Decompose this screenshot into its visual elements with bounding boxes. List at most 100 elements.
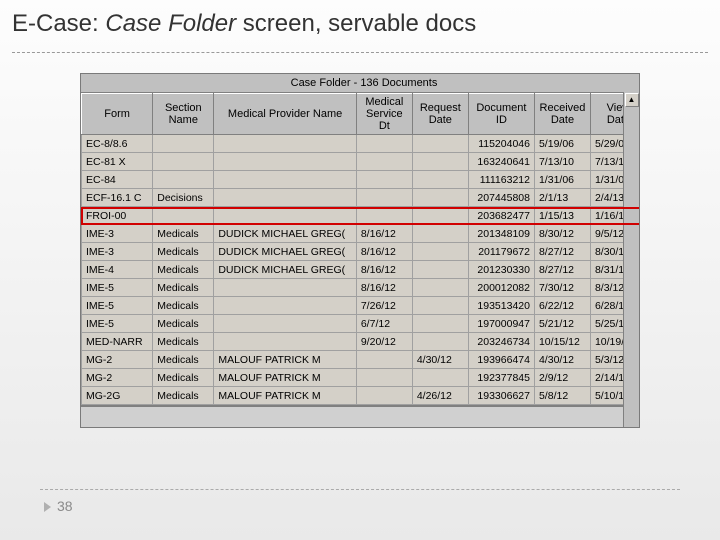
cell-svc: 7/26/12 <box>356 297 412 315</box>
table-row[interactable]: FROI-002036824771/15/131/16/13 <box>82 207 641 225</box>
table-row[interactable]: IME-3MedicalsDUDICK MICHAEL GREG(8/16/12… <box>82 243 641 261</box>
cell-req <box>412 297 468 315</box>
cell-req: 4/30/12 <box>412 351 468 369</box>
cell-provider: DUDICK MICHAEL GREG( <box>214 243 357 261</box>
cell-recv: 1/31/06 <box>534 171 590 189</box>
col-header-form[interactable]: Form <box>82 94 153 135</box>
table-row[interactable]: EC-841111632121/31/061/31/06 <box>82 171 641 189</box>
cell-docid: 193966474 <box>468 351 534 369</box>
cell-provider: DUDICK MICHAEL GREG( <box>214 225 357 243</box>
table-header-row: Form Section Name Medical Provider Name … <box>82 94 641 135</box>
cell-section: Medicals <box>153 333 214 351</box>
cell-req <box>412 369 468 387</box>
cell-recv: 4/30/12 <box>534 351 590 369</box>
cell-docid: 200012082 <box>468 279 534 297</box>
cell-form: IME-5 <box>82 315 153 333</box>
cell-svc: 8/16/12 <box>356 243 412 261</box>
cell-recv: 1/15/13 <box>534 207 590 225</box>
cell-section <box>153 207 214 225</box>
cell-provider <box>214 315 357 333</box>
table-row[interactable]: IME-3MedicalsDUDICK MICHAEL GREG(8/16/12… <box>82 225 641 243</box>
cell-form: MG-2G <box>82 387 153 405</box>
cell-section <box>153 153 214 171</box>
cell-form: IME-5 <box>82 297 153 315</box>
table-row[interactable]: MG-2MedicalsMALOUF PATRICK M1923778452/9… <box>82 369 641 387</box>
cell-provider: MALOUF PATRICK M <box>214 369 357 387</box>
cell-req <box>412 135 468 153</box>
col-header-provider[interactable]: Medical Provider Name <box>214 94 357 135</box>
scroll-up-icon[interactable]: ▲ <box>625 93 639 107</box>
table-row[interactable]: IME-5Medicals6/7/121970009475/21/125/25/… <box>82 315 641 333</box>
cell-section: Medicals <box>153 315 214 333</box>
cell-form: MG-2 <box>82 351 153 369</box>
cell-svc: 6/7/12 <box>356 315 412 333</box>
cell-form: EC-81 X <box>82 153 153 171</box>
cell-provider: MALOUF PATRICK M <box>214 351 357 369</box>
cell-svc: 8/16/12 <box>356 225 412 243</box>
cell-form: MG-2 <box>82 369 153 387</box>
cell-provider: DUDICK MICHAEL GREG( <box>214 261 357 279</box>
cell-recv: 2/9/12 <box>534 369 590 387</box>
cell-provider <box>214 135 357 153</box>
cell-docid: 115204046 <box>468 135 534 153</box>
cell-docid: 201179672 <box>468 243 534 261</box>
cell-form: IME-5 <box>82 279 153 297</box>
table-row[interactable]: ECF-16.1 CDecisions2074458082/1/132/4/13 <box>82 189 641 207</box>
col-header-svcdate[interactable]: Medical Service Dt <box>356 94 412 135</box>
table-row[interactable]: MG-2GMedicalsMALOUF PATRICK M4/26/121933… <box>82 387 641 405</box>
cell-svc: 8/16/12 <box>356 261 412 279</box>
divider-top <box>12 52 708 53</box>
cell-recv: 8/30/12 <box>534 225 590 243</box>
cell-recv: 10/15/12 <box>534 333 590 351</box>
cell-section: Medicals <box>153 387 214 405</box>
col-header-docid[interactable]: Document ID <box>468 94 534 135</box>
table-row[interactable]: EC-8/8.61152040465/19/065/29/06 <box>82 135 641 153</box>
cell-form: IME-4 <box>82 261 153 279</box>
cell-req <box>412 243 468 261</box>
table-row[interactable]: MED-NARRMedicals9/20/1220324673410/15/12… <box>82 333 641 351</box>
cell-recv: 2/1/13 <box>534 189 590 207</box>
cell-docid: 203682477 <box>468 207 534 225</box>
cell-svc <box>356 153 412 171</box>
cell-svc <box>356 207 412 225</box>
cell-req <box>412 171 468 189</box>
cell-section: Decisions <box>153 189 214 207</box>
cell-svc: 8/16/12 <box>356 279 412 297</box>
col-header-recv[interactable]: Received Date <box>534 94 590 135</box>
cell-docid: 193513420 <box>468 297 534 315</box>
cell-section: Medicals <box>153 351 214 369</box>
cell-docid: 163240641 <box>468 153 534 171</box>
cell-recv: 6/22/12 <box>534 297 590 315</box>
cell-req <box>412 333 468 351</box>
cell-req <box>412 189 468 207</box>
cell-recv: 8/27/12 <box>534 261 590 279</box>
table-row[interactable]: IME-5Medicals8/16/122000120827/30/128/3/… <box>82 279 641 297</box>
table-row[interactable]: IME-5Medicals7/26/121935134206/22/126/28… <box>82 297 641 315</box>
cell-req <box>412 261 468 279</box>
table-row[interactable]: IME-4MedicalsDUDICK MICHAEL GREG(8/16/12… <box>82 261 641 279</box>
cell-form: EC-84 <box>82 171 153 189</box>
cell-req <box>412 315 468 333</box>
cell-section: Medicals <box>153 369 214 387</box>
case-folder-window: Case Folder - 136 Documents Form Section… <box>80 73 640 428</box>
cell-form: ECF-16.1 C <box>82 189 153 207</box>
cell-provider <box>214 153 357 171</box>
cell-form: FROI-00 <box>82 207 153 225</box>
cell-svc <box>356 351 412 369</box>
cell-req <box>412 279 468 297</box>
table-row[interactable]: EC-81 X1632406417/13/107/13/10 <box>82 153 641 171</box>
cell-form: MED-NARR <box>82 333 153 351</box>
vertical-scrollbar[interactable]: ▲ <box>623 92 639 427</box>
table-row[interactable]: MG-2MedicalsMALOUF PATRICK M 4/30/1219396… <box>82 351 641 369</box>
col-header-section[interactable]: Section Name <box>153 94 214 135</box>
title-italic: Case Folder <box>105 10 236 37</box>
cell-recv: 5/21/12 <box>534 315 590 333</box>
cell-docid: 207445808 <box>468 189 534 207</box>
cell-section <box>153 171 214 189</box>
cell-provider <box>214 279 357 297</box>
cell-form: IME-3 <box>82 225 153 243</box>
cell-docid: 201230330 <box>468 261 534 279</box>
cell-provider <box>214 189 357 207</box>
cell-req: 4/26/12 <box>412 387 468 405</box>
col-header-reqdate[interactable]: Request Date <box>412 94 468 135</box>
